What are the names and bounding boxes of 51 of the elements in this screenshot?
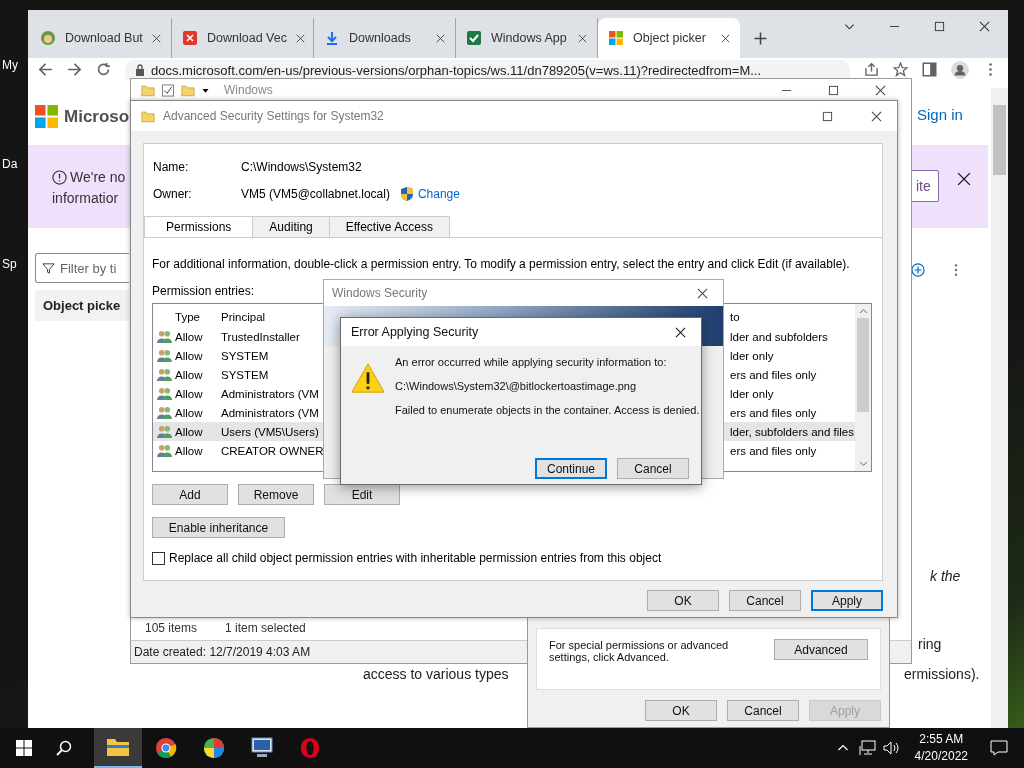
- table-cell: Administrators (VM: [221, 387, 319, 400]
- tab-title: Download But: [65, 31, 143, 45]
- window-title: Advanced Security Settings for System32: [163, 109, 384, 123]
- table-cell: Allow: [175, 368, 203, 381]
- table-cell: SYSTEM: [221, 349, 269, 362]
- checkbox-label: Replace all child object permission entries with inheritable permission entries from this object: [169, 551, 662, 565]
- table-cell: ers and files only: [730, 368, 817, 381]
- article-text: k the: [930, 568, 961, 584]
- tab-title: Download Vec: [207, 31, 287, 45]
- error-detail: Failed to enumerate objects in the container. Access is denied.: [395, 404, 700, 416]
- list-label: Permission entries:: [152, 284, 255, 298]
- field-label: Name:: [153, 160, 190, 174]
- instructions-text: For additional information, double-click a permission entry. To modify a permission entry, select the entry and click Edit (if available).: [152, 257, 850, 271]
- table-cell: Administrators (VM: [221, 406, 319, 419]
- window-title: Windows: [224, 83, 273, 97]
- date-created: Date created: 12/7/2019 4:03 AM: [134, 645, 311, 659]
- table-cell: TrustedInstaller: [221, 330, 300, 343]
- tab-title: Object picker: [633, 31, 707, 45]
- selection-count: 1 item selected: [225, 620, 306, 635]
- article-text: ermissions).: [904, 666, 980, 682]
- window-title: Error Applying Security: [351, 325, 479, 339]
- banner-text: We're no: [70, 169, 126, 185]
- table-cell: lder and subfolders: [730, 330, 828, 343]
- error-message: An error occurred while applying security information to:: [395, 356, 668, 368]
- table-cell: lder, subfolders and files: [730, 425, 855, 438]
- article-text: access to various types: [363, 666, 509, 682]
- item-count: 105 items: [145, 620, 198, 635]
- tab-title: Windows App: [491, 31, 568, 45]
- field-value: VM5 (VM5@collabnet.local): [241, 187, 390, 201]
- file-path: C:\Windows\System32\@bitlockertoastimage.png: [395, 380, 638, 392]
- table-cell: Allow: [175, 349, 203, 362]
- table-cell: Allow: [175, 330, 203, 343]
- table-cell: Allow: [175, 406, 203, 419]
- table-cell: Allow: [175, 444, 203, 457]
- table-cell: ers and files only: [730, 444, 817, 457]
- advanced-hint: For special permissions or advanced settings, click Advanced.: [549, 639, 730, 663]
- site-logo-text: Microso: [64, 106, 130, 127]
- table-cell: lder only: [730, 387, 774, 400]
- table-cell: Users (VM5\Users): [221, 425, 319, 438]
- article-text: ring: [918, 636, 942, 652]
- table-cell: Allow: [175, 425, 203, 438]
- table-cell: lder only: [730, 349, 774, 362]
- banner-text: informatior: [52, 190, 119, 206]
- tab-title: Downloads: [349, 31, 412, 45]
- table-cell: CREATOR OWNER: [221, 444, 324, 457]
- window-title: Windows Security: [332, 286, 428, 300]
- field-label: Owner:: [153, 187, 193, 201]
- table-cell: Allow: [175, 387, 203, 400]
- table-cell: ers and files only: [730, 406, 817, 419]
- field-value: C:\Windows\System32: [241, 160, 362, 174]
- table-cell: SYSTEM: [221, 368, 269, 381]
